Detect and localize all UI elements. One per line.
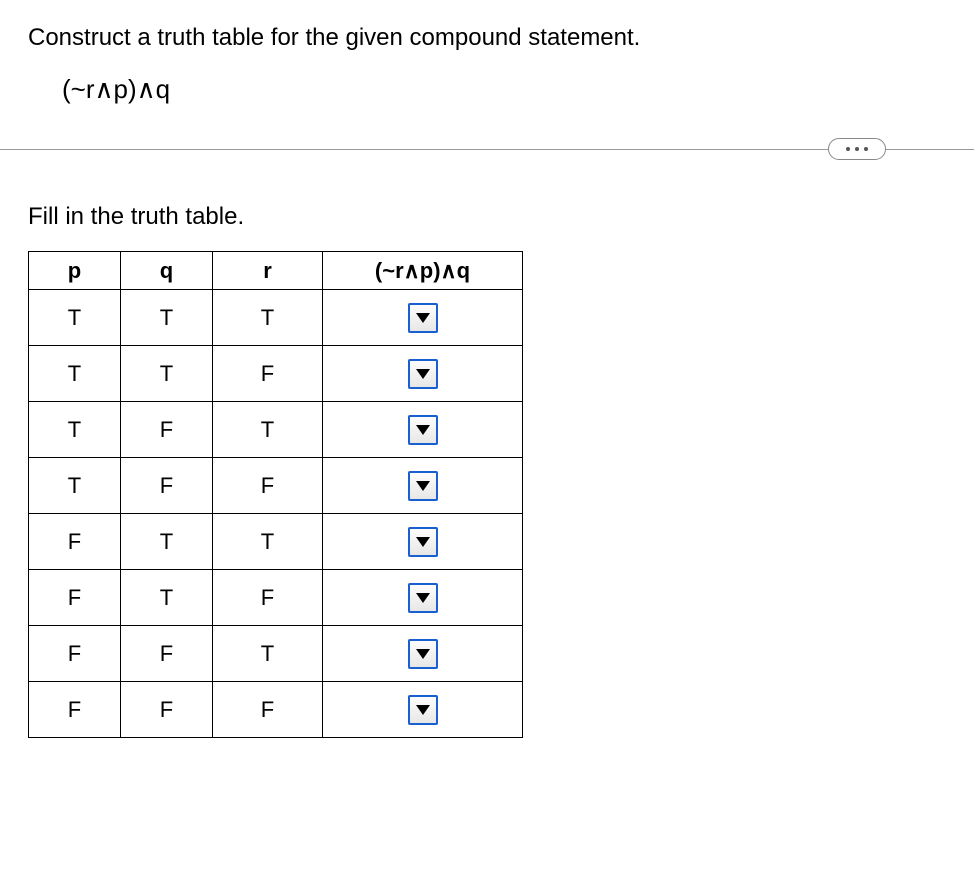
fill-instruction: Fill in the truth table.	[28, 203, 946, 231]
answer-dropdown[interactable]	[408, 415, 438, 445]
cell-result	[323, 290, 523, 346]
cell-result	[323, 402, 523, 458]
cell-result	[323, 346, 523, 402]
answer-dropdown[interactable]	[408, 471, 438, 501]
cell-q: T	[121, 570, 213, 626]
cell-p: F	[29, 514, 121, 570]
cell-p: F	[29, 626, 121, 682]
table-row: F F T	[29, 626, 523, 682]
truth-table: p q r (~r∧p)∧q T T T T T F T F T	[28, 251, 523, 738]
cell-r: T	[213, 626, 323, 682]
cell-p: T	[29, 402, 121, 458]
answer-dropdown[interactable]	[408, 695, 438, 725]
cell-r: F	[213, 346, 323, 402]
cell-q: F	[121, 458, 213, 514]
cell-q: T	[121, 346, 213, 402]
chevron-down-icon	[416, 369, 430, 379]
cell-r: F	[213, 682, 323, 738]
cell-q: F	[121, 682, 213, 738]
header-q: q	[121, 252, 213, 290]
table-row: F T F	[29, 570, 523, 626]
cell-p: T	[29, 458, 121, 514]
table-row: T F T	[29, 402, 523, 458]
table-row: T F F	[29, 458, 523, 514]
instruction-text: Construct a truth table for the given co…	[28, 20, 946, 56]
table-row: T T F	[29, 346, 523, 402]
cell-p: T	[29, 346, 121, 402]
cell-p: T	[29, 290, 121, 346]
answer-dropdown[interactable]	[408, 639, 438, 669]
chevron-down-icon	[416, 481, 430, 491]
cell-result	[323, 626, 523, 682]
chevron-down-icon	[416, 313, 430, 323]
header-r: r	[213, 252, 323, 290]
cell-p: F	[29, 570, 121, 626]
cell-result	[323, 514, 523, 570]
chevron-down-icon	[416, 705, 430, 715]
more-options-button[interactable]	[828, 138, 886, 160]
ellipsis-icon	[846, 147, 850, 151]
table-row: F T T	[29, 514, 523, 570]
table-row: F F F	[29, 682, 523, 738]
cell-result	[323, 682, 523, 738]
cell-r: T	[213, 290, 323, 346]
cell-q: T	[121, 290, 213, 346]
answer-dropdown[interactable]	[408, 359, 438, 389]
cell-q: T	[121, 514, 213, 570]
cell-r: F	[213, 570, 323, 626]
table-header-row: p q r (~r∧p)∧q	[29, 252, 523, 290]
ellipsis-icon	[855, 147, 859, 151]
chevron-down-icon	[416, 425, 430, 435]
cell-r: T	[213, 402, 323, 458]
header-p: p	[29, 252, 121, 290]
cell-q: F	[121, 402, 213, 458]
cell-q: F	[121, 626, 213, 682]
cell-p: F	[29, 682, 121, 738]
header-result: (~r∧p)∧q	[323, 252, 523, 290]
chevron-down-icon	[416, 593, 430, 603]
cell-r: T	[213, 514, 323, 570]
compound-statement: (~r∧p)∧q	[62, 74, 946, 105]
ellipsis-icon	[864, 147, 868, 151]
answer-dropdown[interactable]	[408, 303, 438, 333]
cell-r: F	[213, 458, 323, 514]
chevron-down-icon	[416, 537, 430, 547]
cell-result	[323, 570, 523, 626]
chevron-down-icon	[416, 649, 430, 659]
answer-dropdown[interactable]	[408, 583, 438, 613]
answer-dropdown[interactable]	[408, 527, 438, 557]
cell-result	[323, 458, 523, 514]
section-divider	[28, 135, 946, 163]
table-row: T T T	[29, 290, 523, 346]
